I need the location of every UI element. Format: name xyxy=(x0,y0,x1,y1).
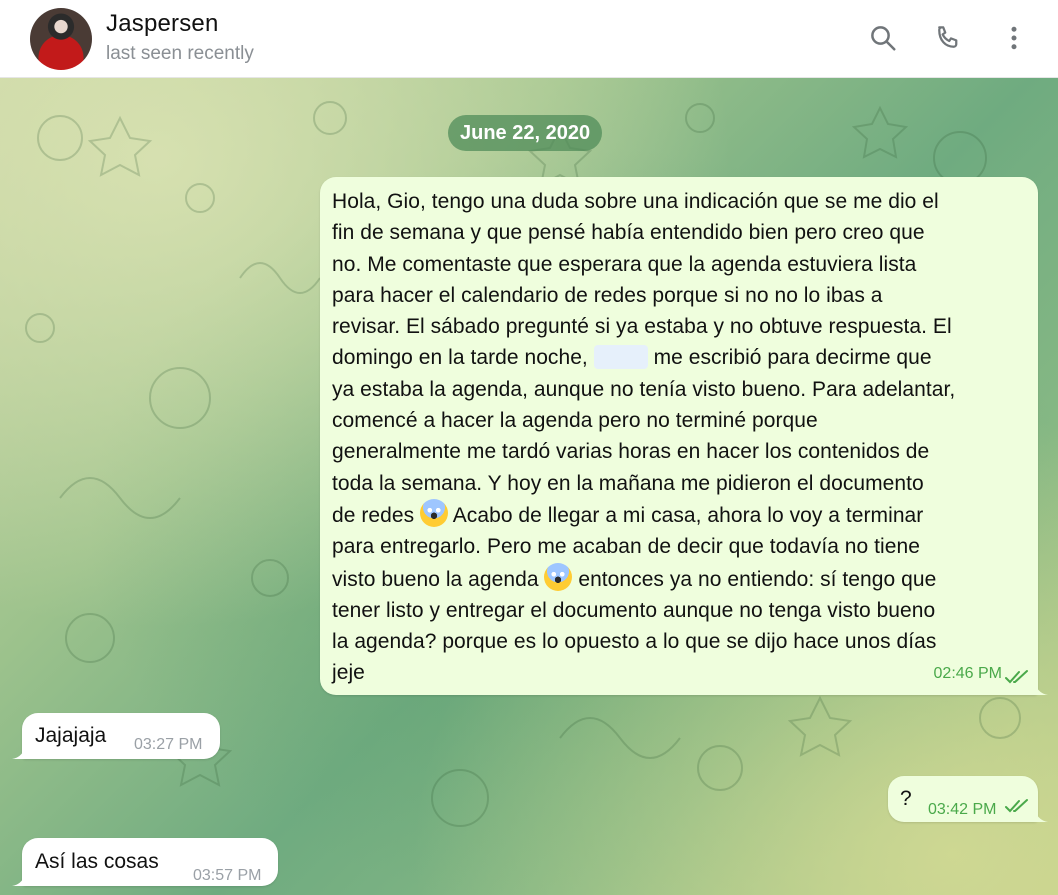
message-text: Hola, Gio, tengo una duda sobre una indi… xyxy=(332,186,1026,689)
message-bubble-incoming[interactable]: Así las cosas 03:57 PM xyxy=(12,838,278,886)
more-button[interactable] xyxy=(996,20,1032,56)
message-line: comencé a hacer la agenda pero no termin… xyxy=(332,409,818,433)
message-line: fin de semana y que pensé había entendid… xyxy=(332,221,925,245)
message-line: me escribió para decirme que xyxy=(653,346,932,370)
message-line: la agenda? porque es lo opuesto a lo que… xyxy=(332,630,937,654)
message-line: revisar. El sábado pregunté si ya estaba… xyxy=(332,315,952,339)
message-line: para entregarlo. Pero me acaban de decir… xyxy=(332,535,920,559)
scream-emoji-icon xyxy=(420,498,449,527)
bubble-tail xyxy=(1034,806,1048,822)
bubble-tail xyxy=(1034,679,1048,695)
message-line: visto bueno la agenda xyxy=(332,567,539,591)
date-separator: June 22, 2020 xyxy=(448,115,603,151)
contact-name[interactable]: Jaspersen xyxy=(106,10,219,38)
message-bubble-outgoing[interactable]: ? 03:42 PM xyxy=(888,776,1048,822)
chat-area[interactable]: June 22, 2020 Hola, Gio, tengo una duda … xyxy=(0,78,1058,895)
phone-icon xyxy=(938,26,958,48)
message-line: entonces ya no entiendo: sí tengo que xyxy=(578,567,937,591)
more-vertical-icon xyxy=(1011,26,1017,50)
chat-header: Jaspersen last seen recently xyxy=(0,0,1058,78)
message-text: ? xyxy=(900,787,912,810)
contact-status: last seen recently xyxy=(106,43,254,64)
message-line: toda la semana. Y hoy en la mañana me pi… xyxy=(332,471,924,495)
redacted-mention xyxy=(593,345,648,370)
bubble-tail xyxy=(12,870,26,886)
call-button[interactable] xyxy=(930,20,966,56)
search-button[interactable] xyxy=(865,20,901,56)
message-text: Jajajaja xyxy=(35,724,107,747)
message-line: Hola, Gio, tengo una duda sobre una indi… xyxy=(332,190,939,213)
message-line: jeje xyxy=(332,661,365,685)
bubble-tail xyxy=(12,743,26,759)
message-line: Acabo de llegar a mi casa, ahora lo voy … xyxy=(452,503,924,527)
message-time: 03:27 PM xyxy=(134,736,203,753)
scream-emoji-icon xyxy=(544,562,573,591)
message-line: ya estaba la agenda, aunque no tenía vis… xyxy=(332,377,956,401)
message-line: no. Me comentaste que esperara que la ag… xyxy=(332,252,917,276)
message-line: domingo en la tarde noche, xyxy=(332,346,588,370)
message-time: 02:46 PM xyxy=(933,664,1002,682)
message-time: 03:42 PM xyxy=(928,801,997,818)
avatar[interactable] xyxy=(30,8,92,70)
message-time: 03:57 PM xyxy=(193,867,262,884)
message-line: generalmente me tardó varias horas en ha… xyxy=(332,440,930,464)
message-line: tener listo y entregar el documento aunq… xyxy=(332,598,936,622)
message-line: para hacer el calendario de redes porque… xyxy=(332,283,883,307)
message-bubble-incoming[interactable]: Jajajaja 03:27 PM xyxy=(12,713,220,759)
message-text: Así las cosas xyxy=(35,850,159,873)
message-bubble-outgoing[interactable]: Hola, Gio, tengo una duda sobre una indi… xyxy=(320,177,1048,695)
search-icon xyxy=(871,26,896,51)
message-line: de redes xyxy=(332,503,415,527)
double-check-icon xyxy=(1005,670,1028,684)
double-check-icon xyxy=(1005,799,1028,813)
